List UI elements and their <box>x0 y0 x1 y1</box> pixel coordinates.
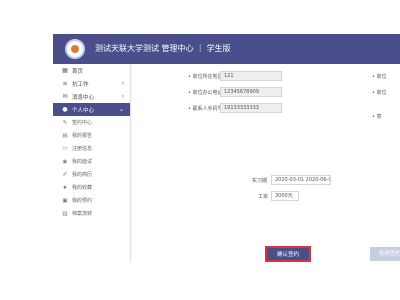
university-logo-icon <box>65 39 85 59</box>
sidebar-item-personal-center[interactable]: ● 个人中心 ⌄ <box>53 103 130 116</box>
sidebar-subitem-label: 我的报告 <box>72 133 93 139</box>
sidebar-item-home[interactable]: ▦ 首页 <box>53 64 130 77</box>
field-label-region: • 单位所在地区 <box>188 74 223 80</box>
sidebar-subitem-resume[interactable]: ✐ 我的简历 <box>53 168 130 181</box>
chevron-right-icon: › <box>121 80 124 87</box>
contact-mobile-input[interactable]: 19133333333 <box>220 103 282 113</box>
sidebar-subitem-label: 我的简历 <box>72 172 93 178</box>
sidebar-item-label: 个人中心 <box>72 107 95 114</box>
top-header: 测试天联大学测试 管理中心 ｜ 学生版 <box>53 34 400 64</box>
contract-icon: ✎ <box>62 119 68 126</box>
sidebar-subitem-label: 我的预约 <box>72 198 93 204</box>
sidebar: ▦ 首页 ≡ 抗工作 › ✉ 消息中心 › ● 个人中心 ⌄ ✎ 签约中心 ▤ … <box>53 64 131 262</box>
region-input[interactable]: 121 <box>220 71 282 81</box>
sidebar-item-label: 抗工作 <box>72 81 89 88</box>
right-field-label: • 单位 <box>372 90 387 96</box>
sidebar-subitem-favorites[interactable]: ★ 我的收藏 <box>53 181 130 194</box>
id-card-icon: ▭ <box>62 145 68 152</box>
favorite-icon: ★ <box>62 184 68 191</box>
app-title: 测试天联大学测试 管理中心 ｜ 学生版 <box>95 44 231 53</box>
interview-icon: ◉ <box>62 158 68 165</box>
archive-icon: ▥ <box>62 210 68 217</box>
right-field-label: • 单位 <box>372 74 387 80</box>
sidebar-subitem-appointments[interactable]: ▣ 我的预约 <box>53 194 130 207</box>
resume-icon: ✐ <box>62 171 68 178</box>
sidebar-subitem-interview[interactable]: ◉ 我的面试 <box>53 155 130 168</box>
sidebar-item-work[interactable]: ≡ 抗工作 › <box>53 77 130 90</box>
field-label-contact-mobile: • 联系人手机号 <box>188 106 223 112</box>
sidebar-subitem-label: 签约中心 <box>72 120 93 126</box>
sidebar-subitem-archive[interactable]: ▥ 档案流转 <box>53 207 130 220</box>
sidebar-item-label: 消息中心 <box>72 94 95 101</box>
report-icon: ▤ <box>62 132 68 139</box>
confirm-contract-button[interactable]: 确认签约 <box>265 246 311 262</box>
briefcase-icon: ≡ <box>62 79 68 87</box>
chevron-down-icon: ⌄ <box>118 106 124 113</box>
chevron-right-icon: › <box>121 93 124 100</box>
sidebar-item-label: 首页 <box>72 68 84 75</box>
field-label-office-phone: • 单位办公电话 <box>188 90 223 96</box>
office-phone-input[interactable]: 12345678909 <box>220 87 282 97</box>
sidebar-subitem-label: 我的面试 <box>72 159 93 165</box>
user-icon: ● <box>62 105 68 113</box>
contract-form: • 单位所在地区 121 • 单位办公电话 12345678909 • 联系人手… <box>132 64 400 262</box>
field-label-internship-period: 实习期 <box>252 178 268 184</box>
sidebar-subitem-registration[interactable]: ▭ 注册信息 <box>53 142 130 155</box>
sidebar-subitem-contract[interactable]: ✎ 签约中心 <box>53 116 130 129</box>
sidebar-subitem-label: 注册信息 <box>72 146 93 152</box>
field-label-salary: 工资 <box>258 194 269 200</box>
sidebar-item-messages[interactable]: ✉ 消息中心 › <box>53 90 130 103</box>
sidebar-subitem-label: 我的收藏 <box>72 185 93 191</box>
sidebar-subitem-report[interactable]: ▤ 我的报告 <box>53 129 130 142</box>
internship-period-input[interactable]: 2020-03-01 2020-06-01 <box>271 175 331 185</box>
home-icon: ▦ <box>62 66 68 74</box>
sidebar-subitem-label: 档案流转 <box>72 211 93 217</box>
calendar-icon: ▣ <box>62 197 68 204</box>
salary-input[interactable]: 3000元 <box>271 191 299 201</box>
message-icon: ✉ <box>62 92 68 100</box>
right-field-label: • 意 <box>372 114 382 120</box>
reject-contract-button[interactable]: 拒绝签约 <box>370 247 400 261</box>
app-window: 测试天联大学测试 管理中心 ｜ 学生版 ▦ 首页 ≡ 抗工作 › ✉ 消息中心 … <box>53 34 400 262</box>
